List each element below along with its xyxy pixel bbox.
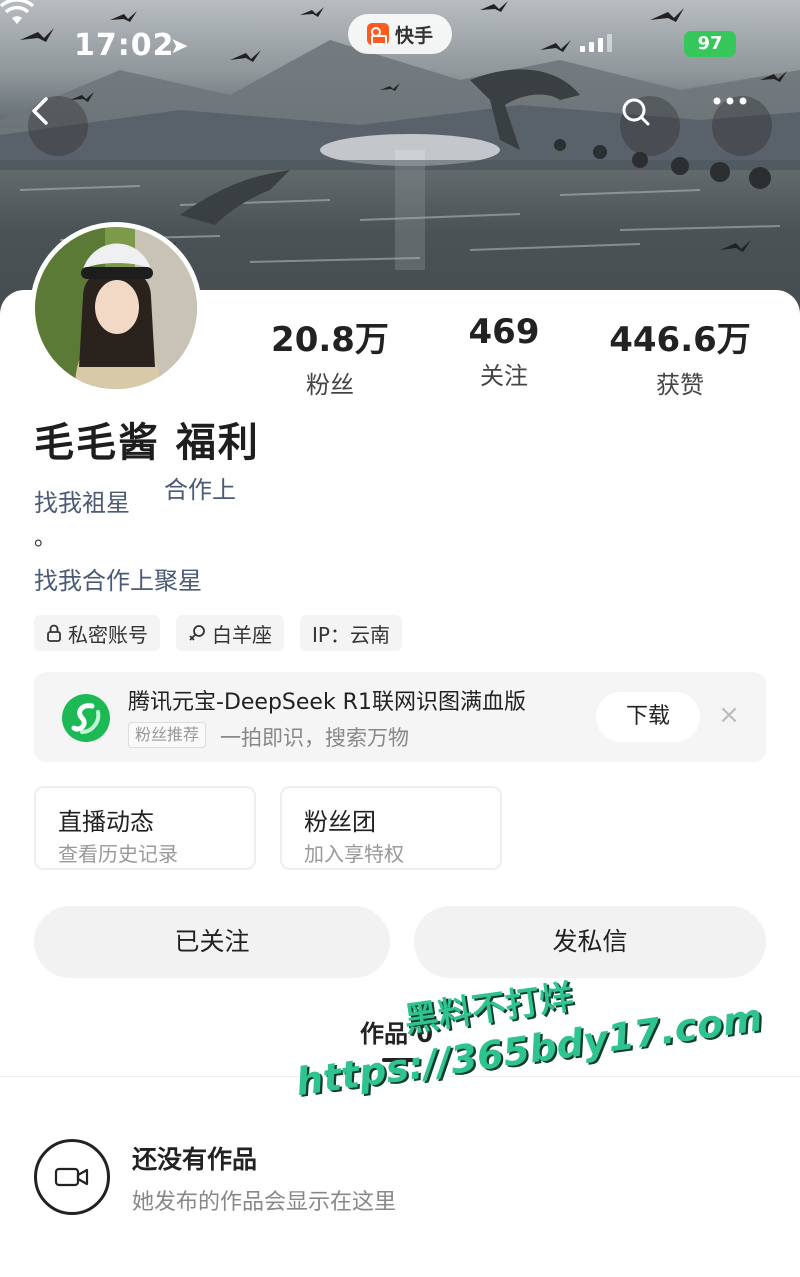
card-subtitle: 查看历史记录 xyxy=(58,842,178,866)
send-message-button[interactable]: 发私信 xyxy=(414,906,766,978)
back-button[interactable] xyxy=(28,96,88,156)
ad-title: 腾讯元宝-DeepSeek R1联网识图满血版 xyxy=(128,690,526,715)
likes-count: 446.6万 xyxy=(609,320,751,360)
avatar-image xyxy=(35,227,197,389)
tag-label: 白羊座 xyxy=(212,622,272,647)
live-history-card[interactable]: 直播动态 查看历史记录 xyxy=(34,786,256,870)
card-subtitle: 加入享特权 xyxy=(304,842,404,866)
recommended-app-ad[interactable]: 腾讯元宝-DeepSeek R1联网识图满血版 粉丝推荐 一拍即识，搜索万物 下… xyxy=(34,672,766,762)
followed-button[interactable]: 已关注 xyxy=(34,906,390,978)
stat-followers[interactable]: 20.8万 粉丝 xyxy=(240,312,420,400)
profile-tags: 私密账号 白羊座 IP：云南 xyxy=(34,615,402,651)
bio-line: 合作上 xyxy=(164,476,236,504)
download-button[interactable]: 下载 xyxy=(596,692,700,742)
video-camera-icon xyxy=(34,1139,110,1215)
tab-works[interactable]: 作品 0 xyxy=(360,1014,433,1049)
app-badge: 快手 xyxy=(348,14,452,54)
tab-active-indicator xyxy=(382,1058,418,1062)
card-title: 直播动态 xyxy=(58,808,154,836)
empty-state-title: 还没有作品 xyxy=(132,1145,258,1174)
divider xyxy=(0,1076,800,1077)
bio-line: 找我合作上聚星 xyxy=(34,567,202,595)
ad-badge: 粉丝推荐 xyxy=(128,722,207,748)
tag-label: IP：云南 xyxy=(312,622,390,647)
stat-following[interactable]: 469 关注 xyxy=(414,312,594,391)
cellular-signal-icon xyxy=(580,32,612,52)
more-button[interactable] xyxy=(712,96,772,156)
tag-ip-location: IP：云南 xyxy=(300,615,402,651)
location-arrow-icon: ➤ xyxy=(170,34,189,59)
yuanbao-app-logo-icon xyxy=(62,694,110,742)
profile-nickname: 毛毛酱 福利 xyxy=(34,420,260,466)
tag-private-account: 私密账号 xyxy=(34,615,160,651)
likes-label: 获赞 xyxy=(656,371,704,399)
close-icon[interactable]: × xyxy=(714,700,744,730)
status-time: 17:02 xyxy=(74,28,175,63)
ad-subtitle: 一拍即识，搜索万物 xyxy=(220,726,409,750)
tag-label: 私密账号 xyxy=(68,622,148,647)
stat-likes[interactable]: 446.6万 获赞 xyxy=(590,312,770,400)
followers-label: 粉丝 xyxy=(306,371,354,399)
kuaishou-logo-icon xyxy=(366,23,389,45)
followers-count: 20.8万 xyxy=(271,320,389,360)
fan-group-card[interactable]: 粉丝团 加入享特权 xyxy=(280,786,502,870)
bio-line: 找我袓星 xyxy=(34,489,130,517)
search-icon xyxy=(622,98,650,126)
card-title: 粉丝团 xyxy=(304,808,376,836)
wifi-icon xyxy=(0,0,34,24)
tag-zodiac: 白羊座 xyxy=(176,615,284,651)
battery-indicator: 97 xyxy=(684,31,736,57)
search-button[interactable] xyxy=(620,96,680,156)
lock-icon xyxy=(47,624,61,642)
aries-icon xyxy=(189,625,205,641)
empty-state-subtitle: 她发布的作品会显示在这里 xyxy=(132,1190,397,1215)
following-count: 469 xyxy=(468,312,540,352)
following-label: 关注 xyxy=(480,362,528,390)
app-badge-label: 快手 xyxy=(394,24,433,47)
avatar[interactable] xyxy=(30,222,202,394)
chevron-left-icon xyxy=(32,97,48,125)
profile-stats: 20.8万 粉丝 469 关注 446.6万 获赞 xyxy=(240,312,800,402)
more-dots-icon xyxy=(713,97,747,105)
bio-line: 。 xyxy=(34,526,57,551)
